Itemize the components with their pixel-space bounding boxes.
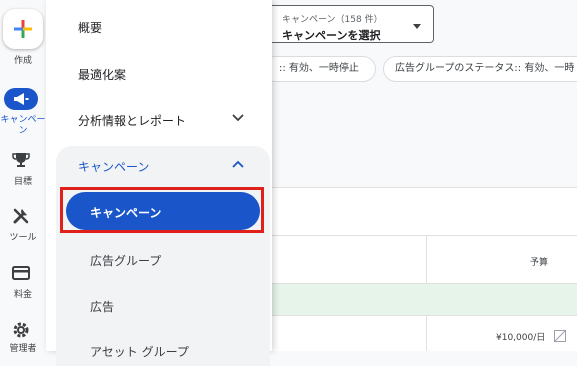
table-row-total xyxy=(272,284,577,315)
plus-icon xyxy=(14,20,32,38)
tools-icon[interactable] xyxy=(12,207,30,225)
gear-icon[interactable] xyxy=(12,321,30,339)
campaigns-nav-button[interactable] xyxy=(4,88,38,110)
billing-label: 料金 xyxy=(13,290,32,300)
submenu-item-asset-groups[interactable]: アセット グループ xyxy=(90,343,189,360)
menu-item-overview[interactable]: 概要 xyxy=(78,19,102,36)
admin-label: 管理者 xyxy=(9,344,37,354)
menu-item-recommendations[interactable]: 最適化案 xyxy=(78,66,126,83)
trophy-icon[interactable] xyxy=(12,151,30,169)
table-divider xyxy=(272,315,577,316)
megaphone-icon xyxy=(14,93,29,105)
goals-label: 目標 xyxy=(13,177,32,187)
submenu-item-ad-groups[interactable]: 広告グループ xyxy=(90,252,161,269)
selector-label: キャンペーン（158 件） xyxy=(282,15,383,25)
navigation-rail: 作成 キャンペー ン 目標 ツール 料金 管理者 xyxy=(0,0,46,354)
filter-chip-ad-group-status[interactable]: 広告グループのステータス:: 有効、一時 xyxy=(383,56,577,82)
submenu-item-ads[interactable]: 広告 xyxy=(90,298,114,315)
chevron-down-icon[interactable] xyxy=(232,113,244,123)
campaigns-label-line2: ン xyxy=(18,126,28,136)
highlight-box xyxy=(60,187,264,233)
navigation-drawer: 概要 最適化案 分析情報とレポート キャンペーン キャンペーン 広告グループ 広… xyxy=(46,0,272,366)
menu-item-insights[interactable]: 分析情報とレポート xyxy=(78,112,186,129)
credit-card-icon[interactable] xyxy=(12,265,30,281)
budget-value: ¥10,000/日 xyxy=(496,333,546,343)
chip-label: :: 有効、一時停止 xyxy=(279,63,359,74)
campaigns-section xyxy=(56,146,270,366)
create-label: 作成 xyxy=(13,56,32,66)
chart-icon[interactable] xyxy=(554,330,566,342)
tools-label: ツール xyxy=(9,233,37,243)
main-content: キャンペーン（158 件） キャンペーンを選択 :: 有効、一時停止 広告グルー… xyxy=(272,0,577,351)
chevron-up-icon[interactable] xyxy=(232,159,244,169)
table-divider xyxy=(272,235,577,236)
selector-value: キャンペーンを選択 xyxy=(282,29,381,42)
campaign-table xyxy=(272,187,577,351)
column-header-budget[interactable]: 予算 xyxy=(530,255,548,268)
dropdown-arrow-icon xyxy=(413,24,421,29)
section-title-campaigns[interactable]: キャンペーン xyxy=(78,158,149,175)
campaigns-label-line1: キャンペー xyxy=(0,115,46,125)
chip-label: 広告グループのステータス:: 有効、一時 xyxy=(395,63,575,74)
campaign-selector[interactable]: キャンペーン（158 件） キャンペーンを選択 xyxy=(272,5,434,43)
create-button[interactable] xyxy=(3,9,43,49)
filter-chip-status[interactable]: :: 有効、一時停止 xyxy=(272,56,376,82)
